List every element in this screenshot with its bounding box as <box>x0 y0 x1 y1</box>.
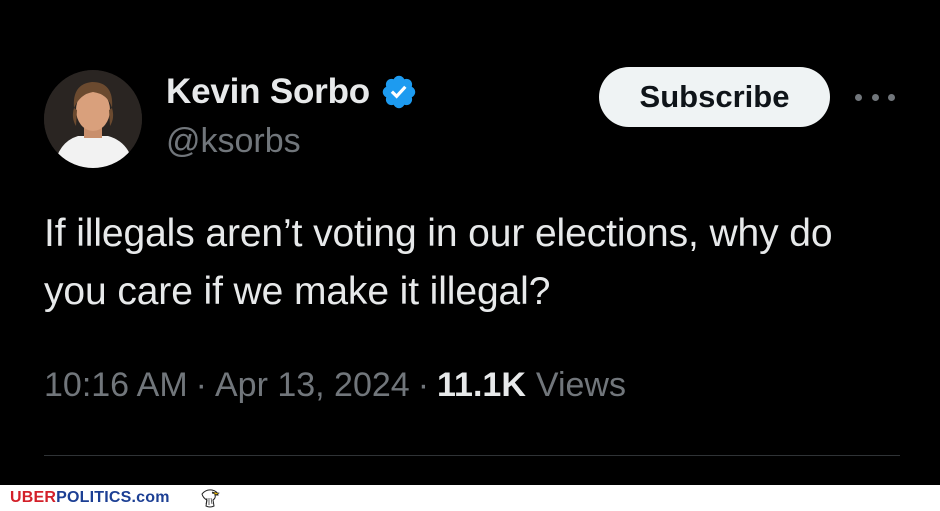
tweet-date[interactable]: Apr 13, 2024 <box>215 366 410 405</box>
dot <box>871 93 879 101</box>
divider <box>44 455 900 456</box>
verified-badge-icon[interactable] <box>380 73 418 111</box>
tweet-time[interactable]: 10:16 AM <box>44 366 188 405</box>
brand-uber: UBER <box>10 489 57 506</box>
author-display-name[interactable]: Kevin Sorbo <box>166 72 370 112</box>
meta-separator: · <box>195 366 207 404</box>
dot <box>855 93 862 101</box>
eagle-icon <box>201 489 220 508</box>
meta-separator: · <box>417 366 430 404</box>
author-name-row: Kevin Sorbo <box>166 72 418 112</box>
profile-photo-icon <box>44 70 142 168</box>
dot <box>888 93 895 101</box>
brand-logo: UBERPOLITICS.com <box>10 489 170 507</box>
tweet-card: Kevin Sorbo @ksorbs Subscribe If illegal… <box>0 0 940 485</box>
watermark-footer: UBERPOLITICS.com <box>0 485 940 511</box>
subscribe-button[interactable]: Subscribe <box>599 67 830 127</box>
views-label: Views <box>535 366 626 404</box>
tweet-meta: 10:16 AM · Apr 13, 2024 · 11.1K Views <box>44 366 626 405</box>
author-avatar[interactable] <box>44 70 142 168</box>
views-count[interactable]: 11.1K <box>437 366 526 405</box>
author-handle[interactable]: @ksorbs <box>166 122 301 161</box>
brand-politics: POLITICS.com <box>56 489 170 506</box>
tweet-text: If illegals aren’t voting in our electio… <box>44 212 833 313</box>
ellipsis-icon[interactable] <box>855 84 895 110</box>
